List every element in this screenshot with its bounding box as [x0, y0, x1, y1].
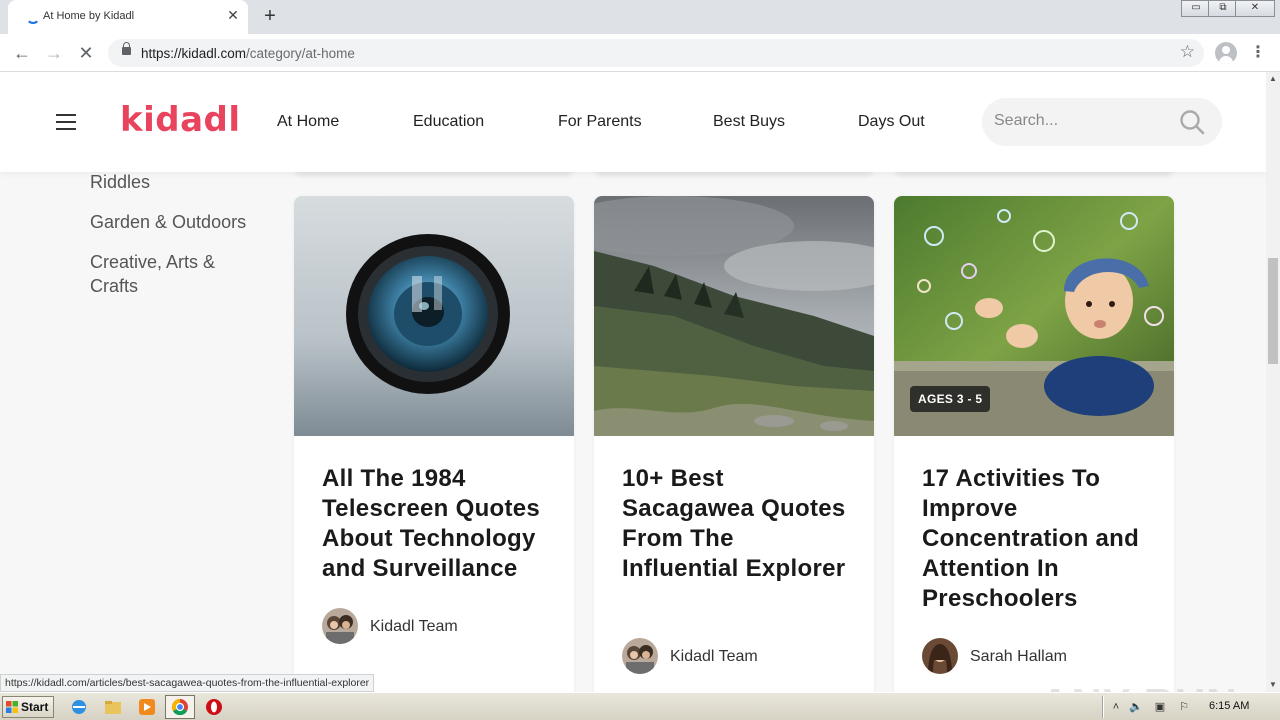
card-title[interactable]: All The 1984 Telescreen Quotes About Tec…	[322, 464, 554, 584]
opera-icon[interactable]	[205, 698, 223, 716]
file-explorer-icon[interactable]	[104, 698, 122, 716]
camera-lens-image[interactable]	[294, 196, 574, 436]
nav-at-home[interactable]: At Home	[277, 113, 339, 131]
bookmark-star-icon[interactable]: ☆	[1180, 42, 1195, 62]
stop-loading-button[interactable]: ✕	[74, 41, 98, 65]
nav-best-buys[interactable]: Best Buys	[713, 113, 785, 131]
nav-days-out[interactable]: Days Out	[858, 113, 925, 131]
article-card[interactable]: AGES 3 - 5 17 Activities To Improve Conc…	[894, 196, 1174, 692]
search-input[interactable]	[994, 112, 1174, 130]
scroll-down-arrow-icon[interactable]: ▼	[1266, 678, 1280, 692]
sidebar-item-creative-arts-crafts[interactable]: Creative, Arts & Crafts	[90, 250, 240, 298]
article-card[interactable]: All The 1984 Telescreen Quotes About Tec…	[294, 196, 574, 692]
search-box	[982, 98, 1222, 146]
internet-explorer-icon[interactable]	[70, 698, 88, 716]
taskbar-chrome-active[interactable]	[165, 695, 195, 719]
volume-icon[interactable]: 🔈	[1128, 699, 1144, 715]
chrome-menu-icon[interactable]: ⋮	[1250, 42, 1266, 64]
card-title[interactable]: 17 Activities To Improve Concentration a…	[922, 464, 1154, 614]
scroll-up-arrow-icon[interactable]: ▲	[1266, 72, 1280, 86]
anyrun-watermark: ANY RUN	[1040, 680, 1238, 692]
new-tab-button[interactable]: +	[258, 5, 282, 29]
site-header: kidadl At Home Education For Parents Bes…	[0, 72, 1266, 172]
minimize-button[interactable]: ▭	[1181, 0, 1211, 17]
kidadl-logo[interactable]: kidadl	[120, 100, 241, 140]
author-name[interactable]: Sarah Hallam	[970, 648, 1067, 666]
author-avatar	[622, 638, 658, 674]
browser-tab-active[interactable]: At Home by Kidadl ✕	[8, 0, 248, 34]
author-name[interactable]: Kidadl Team	[670, 648, 758, 666]
profile-avatar-icon[interactable]	[1215, 42, 1237, 64]
forward-button[interactable]: →	[42, 41, 66, 65]
hamburger-menu-icon[interactable]	[56, 114, 76, 130]
tab-title: At Home by Kidadl	[43, 10, 135, 22]
nav-for-parents[interactable]: For Parents	[558, 113, 642, 131]
nav-education[interactable]: Education	[413, 113, 484, 131]
back-button[interactable]: ←	[10, 41, 34, 65]
page-scrollbar[interactable]: ▲ ▼	[1266, 72, 1280, 692]
mountain-landscape-image[interactable]	[594, 196, 874, 436]
loading-spinner-icon	[26, 10, 40, 24]
child-bubbles-image[interactable]: AGES 3 - 5	[894, 196, 1174, 436]
tab-close-button[interactable]: ✕	[224, 6, 242, 24]
card-title[interactable]: 10+ Best Sacagawea Quotes From The Influ…	[622, 464, 854, 584]
author-avatar	[922, 638, 958, 674]
start-label: Start	[21, 700, 49, 714]
scroll-thumb[interactable]	[1268, 258, 1278, 364]
restore-button[interactable]: ⧉	[1208, 0, 1238, 17]
start-button[interactable]: Start	[2, 696, 54, 718]
network-icon[interactable]: ▣	[1152, 699, 1168, 715]
windows-flag-icon	[6, 701, 18, 713]
lock-icon	[122, 42, 131, 55]
browser-toolbar: ← → ✕ https://kidadl.com/category/at-hom…	[0, 34, 1280, 72]
tray-expand-icon[interactable]: ˄	[1108, 699, 1124, 715]
search-icon[interactable]	[1179, 109, 1205, 135]
url-text[interactable]: https://kidadl.com/category/at-home	[141, 46, 355, 61]
media-player-icon[interactable]	[138, 698, 156, 716]
link-status-bubble: https://kidadl.com/articles/best-sacagaw…	[0, 674, 375, 692]
author-name[interactable]: Kidadl Team	[370, 618, 458, 636]
url-host: https://kidadl.com	[141, 46, 247, 61]
action-center-flag-icon[interactable]: ⚐	[1176, 699, 1192, 715]
tray-separator	[1102, 696, 1104, 718]
windows-taskbar: Start ˄ 🔈 ▣ ⚐ 6:15 AM	[0, 692, 1280, 720]
article-card[interactable]: 10+ Best Sacagawea Quotes From The Influ…	[594, 196, 874, 692]
page-viewport: kidadl At Home Education For Parents Bes…	[0, 72, 1266, 692]
browser-tab-strip: At Home by Kidadl ✕ + ▭ ⧉ ✕	[0, 0, 1280, 34]
close-window-button[interactable]: ✕	[1235, 0, 1275, 17]
author-avatar	[322, 608, 358, 644]
age-badge: AGES 3 - 5	[910, 386, 991, 412]
chrome-icon	[171, 698, 188, 716]
url-path: /category/at-home	[246, 46, 355, 61]
sidebar-item-garden-outdoors[interactable]: Garden & Outdoors	[90, 210, 246, 234]
address-bar[interactable]: https://kidadl.com/category/at-home ☆	[108, 39, 1204, 67]
taskbar-clock[interactable]: 6:15 AM	[1209, 700, 1249, 712]
sidebar-item-riddles[interactable]: Riddles	[90, 170, 150, 194]
